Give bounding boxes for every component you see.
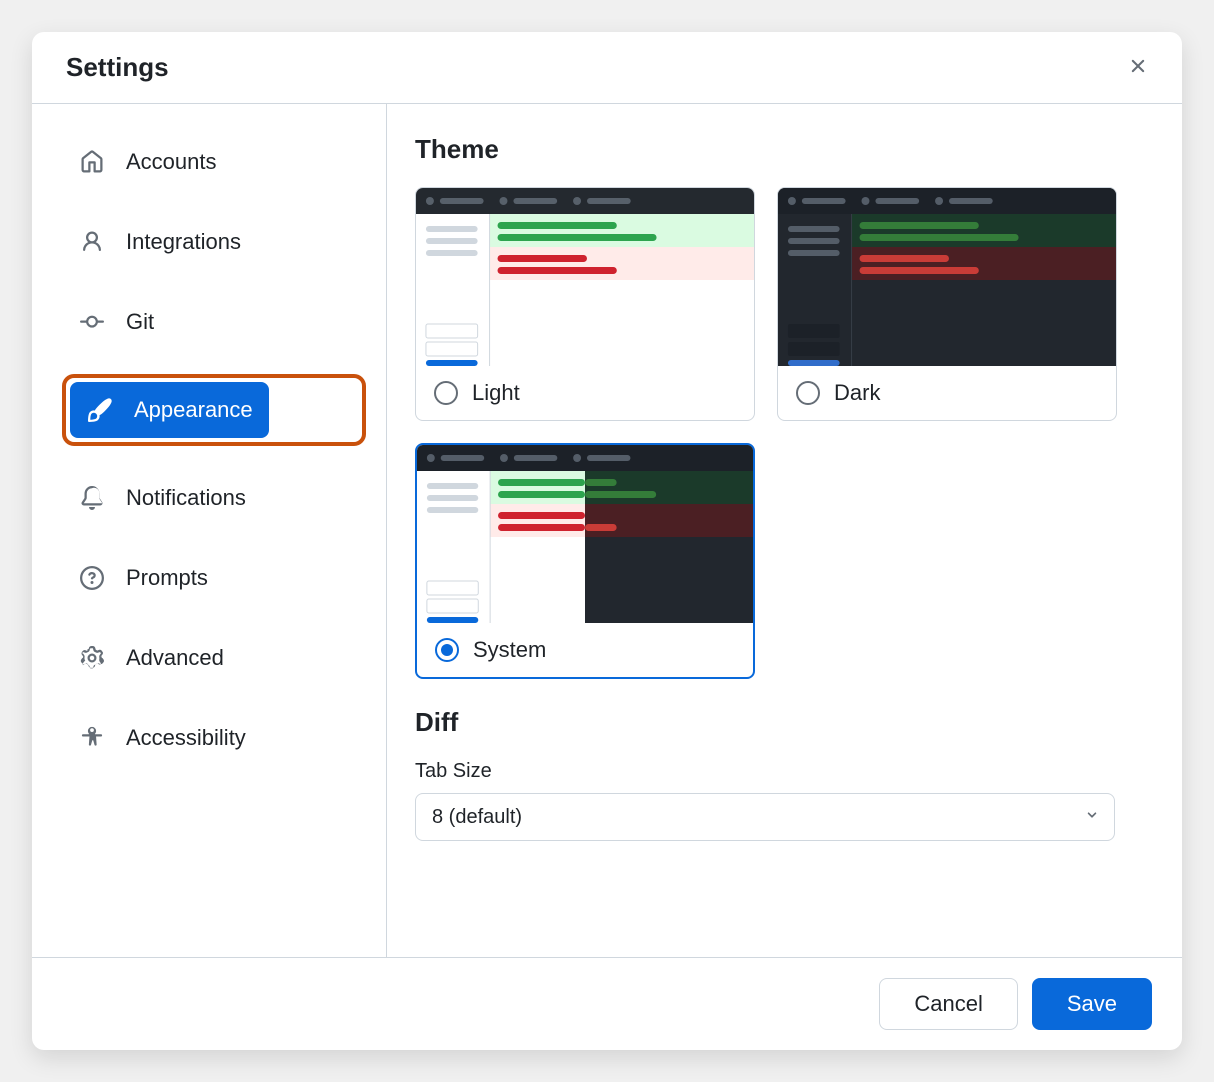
theme-option-dark[interactable]: Dark: [777, 187, 1117, 421]
theme-label-row: Dark: [778, 366, 1116, 420]
radio-checked: [435, 638, 459, 662]
save-button[interactable]: Save: [1032, 978, 1152, 1030]
close-button[interactable]: [1124, 54, 1152, 82]
theme-section-title: Theme: [415, 134, 1154, 165]
sidebar-item-label: Prompts: [126, 565, 208, 591]
tab-size-select[interactable]: 8 (default): [415, 793, 1115, 841]
settings-content: Theme: [387, 104, 1182, 957]
close-icon: [1127, 55, 1149, 80]
git-commit-icon: [78, 308, 106, 336]
theme-label-text: System: [473, 637, 546, 663]
dialog-footer: Cancel Save: [32, 957, 1182, 1050]
theme-option-system[interactable]: System: [415, 443, 755, 679]
cancel-button[interactable]: Cancel: [879, 978, 1017, 1030]
sidebar-item-integrations[interactable]: Integrations: [62, 214, 366, 270]
theme-option-light[interactable]: Light: [415, 187, 755, 421]
theme-preview-light: [416, 188, 754, 366]
sidebar-item-git[interactable]: Git: [62, 294, 366, 350]
diff-section-title: Diff: [415, 707, 1154, 738]
sidebar-item-accounts[interactable]: Accounts: [62, 134, 366, 190]
theme-label-row: Light: [416, 366, 754, 420]
dialog-title: Settings: [66, 52, 169, 83]
sidebar-item-label: Appearance: [134, 397, 253, 423]
sidebar-item-prompts[interactable]: Prompts: [62, 550, 366, 606]
sidebar-item-label: Advanced: [126, 645, 224, 671]
dialog-body: Accounts Integrations Git A: [32, 104, 1182, 957]
settings-sidebar: Accounts Integrations Git A: [32, 104, 387, 957]
sidebar-item-label: Notifications: [126, 485, 246, 511]
theme-preview-system: [417, 445, 753, 623]
home-icon: [78, 148, 106, 176]
sidebar-item-label: Accounts: [126, 149, 217, 175]
radio-unchecked: [796, 381, 820, 405]
sidebar-item-notifications[interactable]: Notifications: [62, 470, 366, 526]
sidebar-item-label: Accessibility: [126, 725, 246, 751]
theme-preview-dark: [778, 188, 1116, 366]
theme-options: Light: [415, 187, 1154, 679]
question-icon: [78, 564, 106, 592]
theme-label-row: System: [417, 623, 753, 677]
theme-label-text: Dark: [834, 380, 880, 406]
settings-dialog: Settings Accounts Integrations: [32, 32, 1182, 1050]
paintbrush-icon: [86, 396, 114, 424]
radio-unchecked: [434, 381, 458, 405]
sidebar-item-appearance-highlight: Appearance: [62, 374, 366, 446]
person-icon: [78, 228, 106, 256]
sidebar-item-label: Integrations: [126, 229, 241, 255]
dialog-header: Settings: [32, 32, 1182, 104]
bell-icon: [78, 484, 106, 512]
tab-size-select-wrap: 8 (default): [415, 793, 1115, 841]
theme-label-text: Light: [472, 380, 520, 406]
accessibility-icon: [78, 724, 106, 752]
sidebar-item-label: Git: [126, 309, 154, 335]
gear-icon: [78, 644, 106, 672]
sidebar-item-appearance[interactable]: Appearance: [70, 382, 269, 438]
tab-size-label: Tab Size: [415, 760, 1154, 783]
sidebar-item-advanced[interactable]: Advanced: [62, 630, 366, 686]
sidebar-item-accessibility[interactable]: Accessibility: [62, 710, 366, 766]
